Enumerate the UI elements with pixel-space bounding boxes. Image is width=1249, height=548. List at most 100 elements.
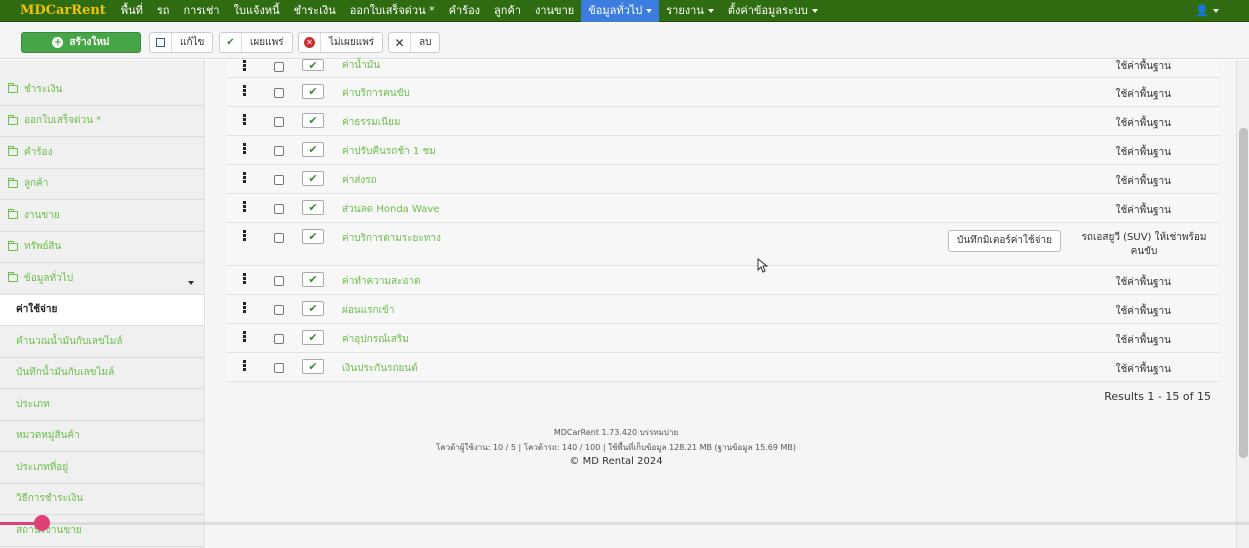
row-title-link[interactable]: ส่วนลด Honda Wave [342,202,439,217]
sidebar-item-label: ทรัพย์สิน [24,241,62,253]
drag-handle-icon[interactable] [243,230,246,241]
delete-button-label: ลบ [419,37,432,48]
sidebar-item[interactable]: หมวดหมู่สินค้า [0,421,204,452]
record-meter-button[interactable]: บันทึกมิเตอร์ค่าใช้จ่าย [948,230,1062,252]
sidebar-item[interactable]: บันทึกน้ำมันกับเลขไมล์ [0,358,204,389]
chevron-down-icon[interactable] [188,281,194,285]
nav-item-5[interactable]: ออกใบเสร็จด่วน * [343,0,442,22]
row-title-link[interactable]: ค่าทำความสะอาด [342,274,421,289]
sidebar-item[interactable]: ข้อมูลทั่วไป [0,263,204,295]
row-title-link[interactable]: ค่าน้ำมัน [342,58,380,73]
unpublish-button[interactable]: ✕ ไม่เผยแพร่ [298,32,384,53]
row-access: ใช้ค่าพื้นฐาน [1115,176,1171,187]
new-button-label: สร้างใหม่ [69,37,110,48]
publish-toggle[interactable]: ✔ [302,229,324,244]
sidebar-item[interactable]: คำร้อง [0,137,204,169]
video-progress-track[interactable] [42,522,1249,525]
publish-toggle[interactable]: ✔ [302,301,324,316]
sidebar-item[interactable]: ทรัพย์สิน [0,232,204,263]
nav-item-1[interactable]: รถ [150,0,177,22]
sidebar-item[interactable]: งานขาย [0,200,204,232]
row-checkbox[interactable] [274,363,284,373]
row-title-link[interactable]: เงินประกันรถยนต์ [342,361,418,376]
new-button[interactable]: + สร้างใหม่ [21,32,141,53]
sidebar-item-label: ออกใบเสร็จด่วน * [24,115,102,127]
table-row: ✔ ส่วนลด Honda Wave ใช้ค่าพื้นฐาน [227,194,1219,223]
publish-toggle[interactable]: ✔ [302,59,324,71]
nav-item-9[interactable]: ข้อมูลทั่วไป [581,0,660,22]
publish-button[interactable]: ✔ เผยแพร่ [219,32,293,53]
nav-item-6[interactable]: คำร้อง [442,0,487,22]
row-title-link[interactable]: ค่าบริการตามระยะทาง [342,231,441,246]
brand-logo[interactable]: MDCarRent [0,3,114,18]
drag-handle-icon[interactable] [243,273,246,284]
row-checkbox[interactable] [274,276,284,286]
nav-item-7[interactable]: ลูกค้า [487,0,528,22]
drag-handle-icon[interactable] [243,201,246,212]
video-progress-handle[interactable] [34,515,50,531]
chevron-down-icon [646,8,653,13]
chevron-down-icon [1213,9,1219,13]
row-title-link[interactable]: ค่าปรับคืนรถช้า 1 ชม [342,144,436,159]
nav-item-8[interactable]: งานขาย [528,0,581,22]
page-scrollbar[interactable] [1236,60,1249,548]
nav-item-11[interactable]: ตั้งค่าข้อมูลระบบ [721,0,825,22]
drag-handle-icon[interactable] [243,302,246,313]
nav-item-4[interactable]: ชำระเงิน [287,0,343,22]
row-title-link[interactable]: ค่าอุปกรณ์เสริม [342,332,409,347]
row-checkbox[interactable] [274,305,284,315]
scrollbar-thumb[interactable] [1239,128,1248,458]
publish-toggle[interactable]: ✔ [302,84,324,99]
drag-handle-icon[interactable] [243,114,246,125]
sidebar-item[interactable]: สถานะงานขาย [0,515,204,547]
row-checkbox[interactable] [274,204,284,214]
publish-toggle[interactable]: ✔ [302,142,324,157]
publish-toggle[interactable]: ✔ [302,113,324,128]
table-row: ✔ ค่าน้ำมัน ใช้ค่าพื้นฐาน [227,58,1219,78]
sidebar-item[interactable]: คำนวณน้ำมันกับเลขไมล์ [0,326,204,358]
publish-toggle[interactable]: ✔ [302,272,324,287]
row-access: ใช้ค่าพื้นฐาน [1115,277,1171,288]
drag-handle-icon[interactable] [243,143,246,154]
sidebar-item[interactable]: วิธีการชำระเงิน [0,484,204,515]
row-title-link[interactable]: ค่าบริการคนขับ [342,86,410,101]
drag-handle-icon[interactable] [243,172,246,183]
row-checkbox[interactable] [274,146,284,156]
sidebar-item[interactable]: ประเภทที่อยู่ [0,452,204,484]
publish-toggle[interactable]: ✔ [302,359,324,374]
nav-item-10[interactable]: รายงาน [659,0,721,22]
delete-button[interactable]: ✕ ลบ [388,32,441,53]
sidebar-item[interactable]: ค่าใช้จ่าย [0,294,204,326]
publish-toggle[interactable]: ✔ [302,330,324,345]
drag-handle-icon[interactable] [243,60,246,71]
row-checkbox[interactable] [274,117,284,127]
nav-item-2[interactable]: การเช่า [176,0,226,22]
row-checkbox[interactable] [274,334,284,344]
sidebar-item[interactable]: ประเภท [0,389,204,421]
row-title-link[interactable]: ค่าส่งรถ [342,173,377,188]
drag-handle-icon[interactable] [243,331,246,342]
row-access: ใช้ค่าพื้นฐาน [1115,205,1171,216]
row-checkbox[interactable] [274,175,284,185]
folder-icon [8,177,18,188]
drag-handle-icon[interactable] [243,85,246,96]
footer-version: MDCarRent 1.73.420 บรรทมบ่าย [553,428,679,437]
publish-toggle[interactable]: ✔ [302,171,324,186]
row-title-link[interactable]: ค่าธรรมเนียม [342,115,400,130]
sidebar-item[interactable]: ชำระเงิน [0,74,204,106]
user-menu[interactable]: 👤 [1195,0,1219,22]
sidebar-item[interactable]: ลูกค้า [0,169,204,200]
row-checkbox[interactable] [274,62,284,72]
publish-toggle[interactable]: ✔ [302,200,324,215]
unpublish-circle-icon: ✕ [299,33,321,52]
row-title-link[interactable]: ผ่อนแรกเข้า [342,303,394,318]
sidebar-item[interactable]: ออกใบเสร็จด่วน * [0,106,204,137]
nav-item-0[interactable]: พื้นที่ [114,0,150,22]
row-access: ใช้ค่าพื้นฐาน [1115,118,1171,129]
user-icon: 👤 [1195,4,1209,17]
edit-button[interactable]: แก้ไข [149,32,214,53]
nav-item-3[interactable]: ใบแจ้งหนี้ [227,0,287,22]
row-checkbox[interactable] [274,233,284,243]
drag-handle-icon[interactable] [243,360,246,371]
row-checkbox[interactable] [274,88,284,98]
